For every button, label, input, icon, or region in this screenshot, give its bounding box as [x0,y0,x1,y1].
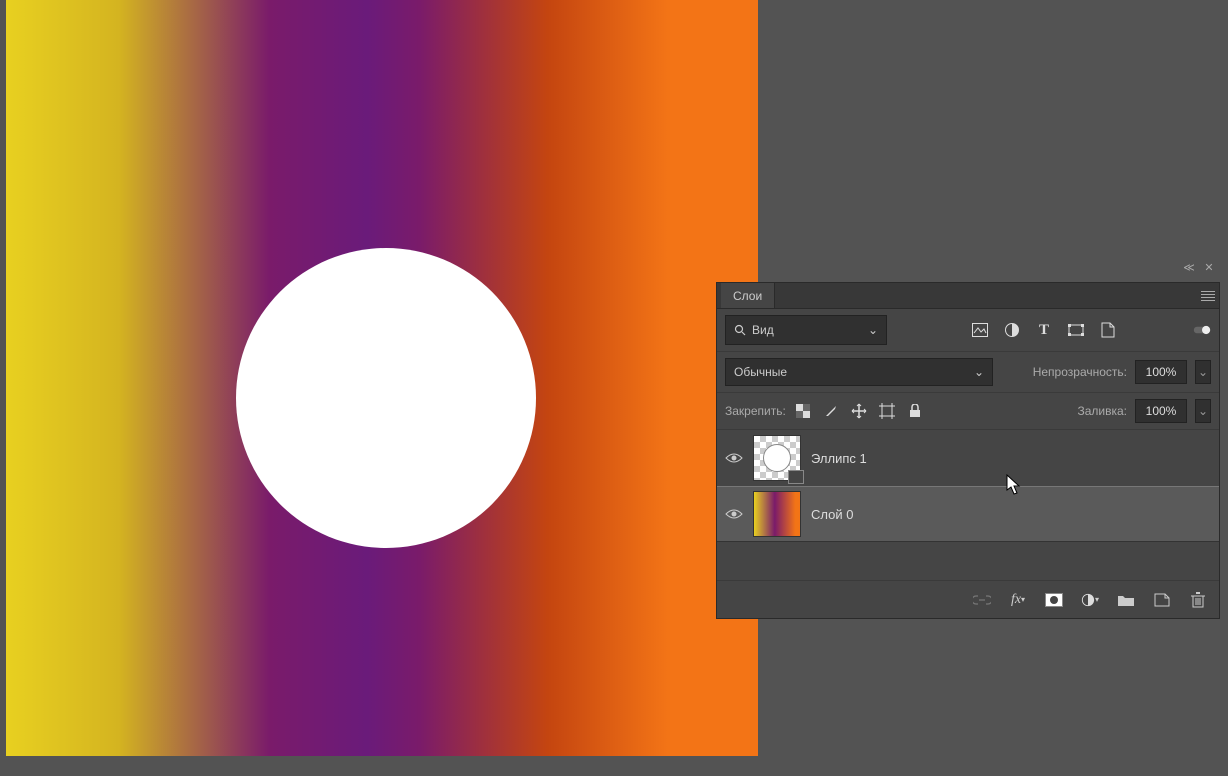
layer-name-label[interactable]: Слой 0 [811,507,853,522]
layer-name-label[interactable]: Эллипс 1 [811,451,867,466]
layers-list: Эллипс 1 Слой 0 [717,430,1219,542]
lock-pixels-icon[interactable] [822,402,840,420]
adjustment-layer-icon[interactable]: ▾ [1081,591,1099,609]
panel-tab-bar: Слои [717,283,1219,309]
filter-type-label: Вид [752,323,774,337]
layer-row[interactable]: Слой 0 [717,486,1219,542]
panel-menu-icon[interactable] [1197,291,1219,301]
visibility-toggle-icon[interactable] [725,449,743,467]
chevron-down-icon: ⌄ [974,365,984,379]
tab-layers[interactable]: Слои [721,283,775,308]
visibility-toggle-icon[interactable] [725,505,743,523]
filter-adjustment-icon[interactable] [1003,321,1021,339]
lock-transparency-icon[interactable] [794,402,812,420]
shape-badge-icon [788,470,804,484]
layer-filter-dropdown[interactable]: Вид ⌄ [725,315,887,345]
lock-all-icon[interactable] [906,402,924,420]
fill-input[interactable]: 100% [1135,399,1187,423]
new-layer-icon[interactable] [1153,591,1171,609]
search-icon [734,324,746,336]
filter-image-icon[interactable] [971,321,989,339]
fill-label: Заливка: [1077,404,1127,418]
chevron-down-icon: ⌄ [868,323,878,337]
lock-artboard-icon[interactable] [878,402,896,420]
new-group-icon[interactable] [1117,591,1135,609]
delete-layer-icon[interactable] [1189,591,1207,609]
layer-thumbnail[interactable] [753,491,801,537]
collapse-icon[interactable]: ≪ [1181,259,1197,275]
lock-label: Закрепить: [725,404,786,418]
link-layers-icon[interactable] [973,591,991,609]
layers-panel: ≪ ✕ Слои Вид ⌄ T [716,282,1220,619]
filter-toggle-switch[interactable] [1193,321,1211,339]
layers-bottom-toolbar: fx▾ ▾ [717,580,1219,618]
layer-thumbnail[interactable] [753,435,801,481]
layer-effects-icon[interactable]: fx▾ [1009,591,1027,609]
filter-shape-icon[interactable] [1067,321,1085,339]
document-canvas[interactable] [6,0,758,756]
close-icon[interactable]: ✕ [1201,259,1217,275]
opacity-input[interactable]: 100% [1135,360,1187,384]
blend-mode-dropdown[interactable]: Обычные ⌄ [725,358,993,386]
blend-mode-value: Обычные [734,365,787,379]
opacity-label: Непрозрачность: [1033,365,1127,379]
ellipse-shape[interactable] [236,248,536,548]
filter-smartobject-icon[interactable] [1099,321,1117,339]
layer-row[interactable]: Эллипс 1 [717,430,1219,486]
filter-text-icon[interactable]: T [1035,321,1053,339]
opacity-dropdown-caret[interactable]: ⌄ [1195,360,1211,384]
fill-dropdown-caret[interactable]: ⌄ [1195,399,1211,423]
layer-mask-icon[interactable] [1045,591,1063,609]
lock-position-icon[interactable] [850,402,868,420]
